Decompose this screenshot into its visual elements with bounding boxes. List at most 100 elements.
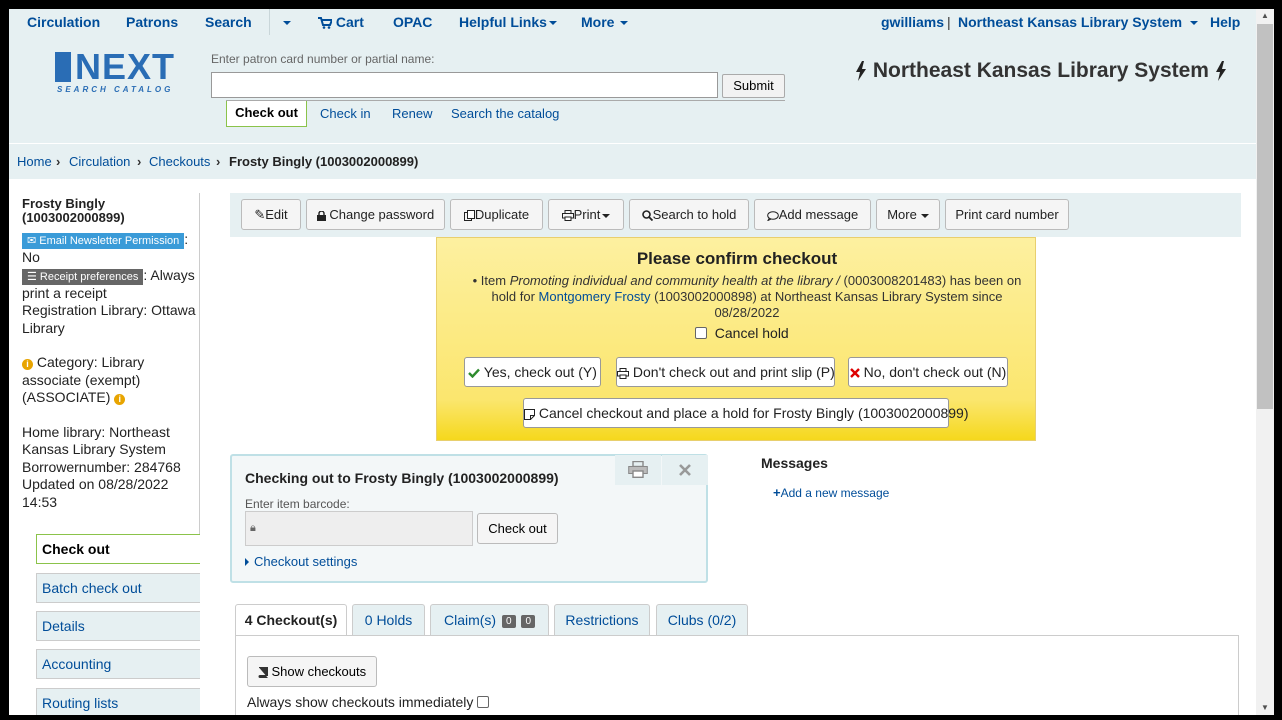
confirm-checkout-dialog: Please confirm checkout • Item Promoting… [436,237,1036,441]
breadcrumb-checkouts[interactable]: Checkouts [149,154,210,169]
tab-restrictions[interactable]: Restrictions [554,604,650,636]
print-slip-button[interactable]: Don't check out and print slip (P) [616,357,835,387]
patron-search-input[interactable] [211,72,718,98]
no-check-out-button[interactable]: No, don't check out (N) [848,357,1008,387]
search-to-hold-label: Search to hold [652,207,737,222]
chevron-down-icon [283,21,291,26]
tab-search-catalog[interactable]: Search the catalog [451,106,559,121]
nav-library[interactable]: Northeast Kansas Library System [958,14,1199,30]
next-logo[interactable]: NEXT SEARCH CATALOG [55,46,195,96]
edit-button[interactable]: ✎Edit [241,199,301,230]
tab-checkouts[interactable]: 4 Checkout(s) [235,604,347,638]
chevron-down-icon [620,21,629,26]
print-slip-icon[interactable] [615,455,661,485]
confirm-title: Please confirm checkout [636,249,838,268]
nav-user[interactable]: gwilliams [881,14,944,30]
breadcrumb-circulation[interactable]: Circulation [69,154,130,169]
tab-check-out[interactable]: Check out [226,101,307,127]
change-password-button[interactable]: Change password [306,199,445,230]
always-show-checkbox[interactable] [477,696,490,708]
patron-info: Frosty Bingly (1003002000899) ✉ Email Ne… [22,197,202,511]
pencil-icon: ✎ [254,207,266,222]
search-dropdown-toggle[interactable] [279,14,291,30]
patron-toolbar: ✎Edit Change password Duplicate Print Se… [230,193,1241,237]
home-library: Home library: Northeast Kansas Library S… [22,423,170,458]
submit-button[interactable]: Submit [722,74,785,98]
nav-helpful-links-label: Helpful Links [459,14,547,30]
add-new-message-label: Add a new message [780,486,890,500]
search-to-hold-button[interactable]: Search to hold [629,199,749,230]
cancel-and-place-hold-button[interactable]: Cancel checkout and place a hold for Fro… [523,398,969,428]
sidebar-item-accounting[interactable]: Accounting [36,649,200,679]
sidebar-item-batch-check-out[interactable]: Batch check out [36,573,200,603]
nav-helpful-links[interactable]: Helpful Links [459,14,557,30]
always-show-label[interactable]: Always show checkouts immediately [247,694,473,710]
print-card-number-button[interactable]: Print card number [945,199,1069,230]
logo-book-icon [55,52,71,82]
print-dropdown[interactable]: Print [548,199,624,230]
check-icon [468,368,481,379]
more-label: More [887,207,917,222]
checkout-settings-toggle[interactable]: Checkout settings [245,554,357,569]
print-label: Print [573,207,601,222]
show-checkouts-button[interactable]: Show checkouts [247,656,377,687]
nav-more-label: More [581,14,615,30]
email-permission-badge: ✉ Email Newsletter Permission [22,233,185,249]
cancel-hold-label[interactable]: Cancel hold [715,325,789,341]
note-icon [524,408,535,420]
claims-count-badge: 0 [521,615,535,628]
always-show-checkouts-row: Always show checkouts immediately [247,694,490,710]
cancel-hold-checkbox[interactable] [695,327,707,339]
more-dropdown[interactable]: More [876,199,940,230]
sidebar-item-check-out[interactable]: Check out [36,534,200,564]
logo-subtitle: SEARCH CATALOG [57,85,174,94]
cancel-and-place-hold-label: Cancel checkout and place a hold for Fro… [538,405,969,421]
nav-search[interactable]: Search [205,14,252,30]
scroll-down-arrow-icon[interactable]: ▼ [1256,701,1274,715]
nav-cart[interactable]: Cart [318,14,364,30]
clear-screen-icon[interactable] [662,455,708,485]
tab-clubs[interactable]: Clubs (0/2) [656,604,748,636]
info-icon[interactable]: i [114,394,126,405]
cart-icon [318,17,332,30]
nav-circulation[interactable]: Circulation [27,14,100,30]
barcode-input[interactable]: 🔒︎ [245,511,473,546]
edit-button-label: Edit [265,207,288,222]
chevron-right-icon: › [56,154,61,169]
vertical-scrollbar[interactable]: ▲ ▼ [1256,9,1274,715]
tab-renew[interactable]: Renew [392,106,432,121]
nav-patrons[interactable]: Patrons [126,14,178,30]
cancel-hold-row: Cancel hold [695,325,789,341]
nav-opac[interactable]: OPAC [393,14,432,30]
printer-icon [617,367,629,379]
scrollbar-thumb[interactable] [1257,24,1273,409]
email-permission-row: ✉ Email Newsletter Permission: No [22,231,202,267]
patron-category-text: Category: Library associate (exempt) (AS… [22,354,145,405]
tab-holds[interactable]: 0 Holds [352,604,425,636]
scroll-up-arrow-icon[interactable]: ▲ [1256,9,1274,23]
check-out-button[interactable]: Check out [477,513,558,544]
barcode-label: Enter item barcode: [245,497,350,511]
breadcrumb: Home › Circulation › Checkouts › Frosty … [9,143,1256,179]
yes-check-out-button[interactable]: Yes, check out (Y) [464,357,601,387]
envelope-icon: ✉ [27,235,40,247]
sidebar-item-routing-lists[interactable]: Routing lists [36,688,200,715]
sidebar-item-details[interactable]: Details [36,611,200,641]
nav-help[interactable]: Help [1210,14,1240,30]
lightning-icon [856,61,866,82]
no-check-out-label: No, don't check out (N) [863,364,1007,380]
duplicate-button[interactable]: Duplicate [450,199,543,230]
breadcrumb-home[interactable]: Home [17,154,52,169]
print-slip-label: Don't check out and print slip (P) [632,364,835,380]
printer-icon [561,210,574,222]
tab-claims[interactable]: Claim(s) 0 0 [430,604,549,636]
book-icon [258,667,268,679]
add-new-message-link[interactable]: +Add a new message [773,485,889,500]
tabs-divider [226,100,785,101]
hold-patron-link[interactable]: Montgomery Frosty [539,289,651,304]
tab-check-in[interactable]: Check in [320,106,371,121]
nav-cart-label: Cart [335,14,364,30]
add-message-button[interactable]: Add message [754,199,871,230]
nav-more[interactable]: More [581,14,629,30]
borrowernumber: Borrowernumber: 284768 [22,458,181,475]
